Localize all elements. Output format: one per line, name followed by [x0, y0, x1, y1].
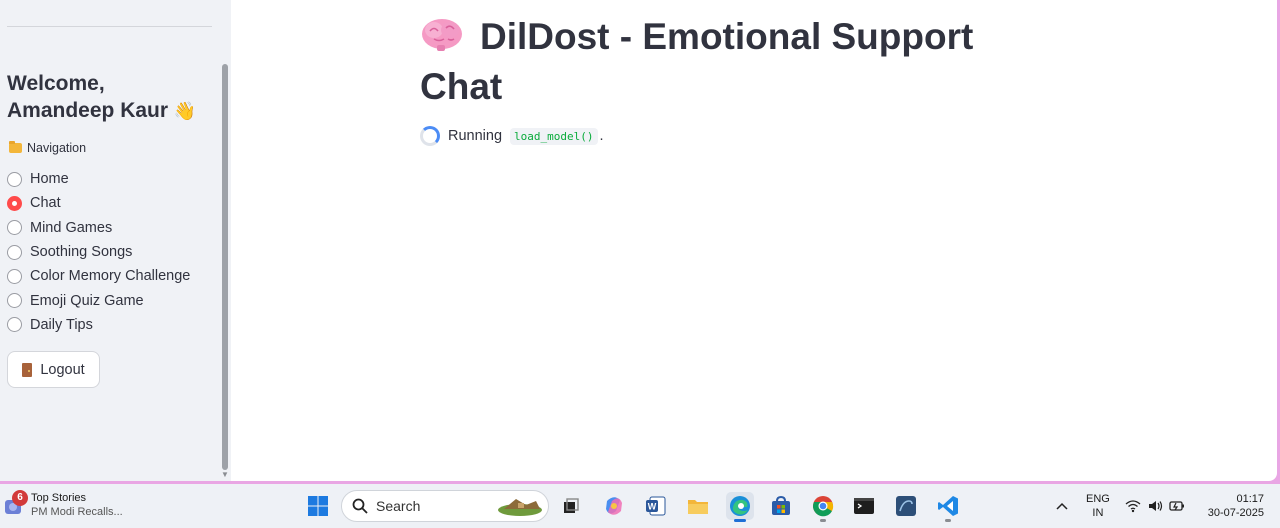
taskbar-store[interactable]: [767, 492, 795, 520]
active-indicator: [734, 519, 746, 522]
radio-button[interactable]: [7, 244, 22, 260]
nav-radio-home[interactable]: Home: [7, 167, 190, 191]
status-suffix: .: [599, 128, 604, 144]
radio-label: Soothing Songs: [30, 244, 133, 261]
status-code: load_model(): [510, 127, 598, 145]
nav-radio-color-memory[interactable]: Color Memory Challenge: [7, 264, 190, 288]
radio-label: Mind Games: [30, 219, 113, 236]
windows-icon: [308, 496, 328, 516]
clock-time: 01:17: [1236, 493, 1264, 505]
running-status: Running load_model().: [420, 126, 604, 146]
start-button[interactable]: [304, 492, 332, 520]
word-icon: W: [646, 496, 666, 516]
taskbar-copilot[interactable]: [600, 492, 628, 520]
page-title-text: DilDost - Emotional Support Chat: [420, 16, 974, 107]
nav-radio-emoji-quiz[interactable]: Emoji Quiz Game: [7, 288, 190, 312]
radio-label: Daily Tips: [30, 316, 93, 333]
taskbar-word[interactable]: W: [642, 492, 670, 520]
wave-icon: 👋: [173, 101, 197, 121]
vscode-icon: [938, 496, 958, 516]
scroll-down-arrow-icon[interactable]: ▼: [221, 470, 229, 479]
taskbar-file-explorer[interactable]: [684, 492, 712, 520]
app-window: Welcome, Amandeep Kaur 👋 Navigation Home…: [0, 0, 1277, 481]
taskbar-edge[interactable]: [726, 492, 754, 522]
speaker-icon: [1149, 501, 1163, 511]
taskbar-chrome[interactable]: [809, 492, 837, 522]
language-indicator[interactable]: ENG IN: [1086, 484, 1110, 528]
chrome-icon: [813, 496, 834, 517]
sidebar: Welcome, Amandeep Kaur 👋 Navigation Home…: [0, 0, 231, 481]
running-indicator: [820, 519, 826, 522]
nav-radio-mind-games[interactable]: Mind Games: [7, 216, 190, 240]
sidebar-scrollbar[interactable]: [222, 64, 228, 470]
radio-button[interactable]: [7, 293, 22, 309]
copilot-icon: [606, 497, 622, 515]
news-icon: 6: [3, 490, 28, 516]
sidebar-divider: [7, 26, 212, 27]
radio-button-selected[interactable]: [7, 195, 22, 211]
door-icon: [22, 362, 33, 377]
taskbar-mysql-workbench[interactable]: [892, 492, 920, 520]
task-view-icon: [564, 498, 579, 513]
svg-text:W: W: [648, 502, 657, 512]
page-title: DilDost - Emotional Support Chat: [420, 12, 1040, 112]
clock-date: 30-07-2025: [1207, 507, 1264, 519]
nav-radio-soothing-songs[interactable]: Soothing Songs: [7, 240, 190, 264]
search-label: Search: [376, 498, 421, 514]
radio-label: Home: [30, 171, 69, 188]
status-text: Running: [448, 128, 503, 144]
store-icon: [772, 495, 790, 515]
radio-button[interactable]: [7, 220, 22, 236]
radio-label: Emoji Quiz Game: [30, 292, 144, 309]
folder-icon: [9, 141, 22, 153]
language-code: ENG: [1086, 493, 1110, 505]
task-view-button[interactable]: [557, 492, 585, 520]
clock[interactable]: 01:17 30-07-2025: [1204, 484, 1264, 528]
search-highlight-icon: [498, 499, 542, 516]
welcome-heading: Welcome, Amandeep Kaur 👋: [7, 70, 217, 125]
radio-label: Color Memory Challenge: [30, 268, 191, 285]
taskbar: 6 Top Stories PM Modi Recalls... Search …: [0, 484, 1280, 528]
battery-icon: [1169, 501, 1184, 511]
navigation-radio-group: Home Chat Mind Games Soothing Songs Colo…: [7, 167, 190, 337]
logout-label: Logout: [40, 361, 85, 378]
nav-radio-daily-tips[interactable]: Daily Tips: [7, 313, 190, 337]
news-widget[interactable]: 6 Top Stories PM Modi Recalls...: [3, 490, 123, 519]
region-code: IN: [1092, 507, 1104, 519]
loading-spinner-icon: [420, 126, 440, 146]
folder-explorer-icon: [688, 500, 708, 514]
system-status-group[interactable]: [1125, 484, 1185, 528]
logout-button[interactable]: Logout: [7, 351, 100, 388]
nav-radio-chat[interactable]: Chat: [7, 191, 190, 215]
chevron-up-icon: [1056, 502, 1068, 510]
welcome-text: Welcome, Amandeep Kaur: [7, 72, 169, 122]
taskbar-vscode[interactable]: [934, 492, 962, 522]
taskbar-terminal[interactable]: [850, 492, 878, 520]
wifi-icon: [1125, 500, 1141, 513]
search-icon: [352, 498, 368, 514]
running-indicator: [945, 519, 951, 522]
taskbar-search[interactable]: Search: [341, 490, 549, 522]
radio-label: Chat: [30, 195, 61, 212]
terminal-icon: [854, 498, 874, 514]
news-subtitle: PM Modi Recalls...: [31, 506, 123, 518]
edge-icon: [730, 496, 750, 516]
radio-button[interactable]: [7, 317, 22, 333]
navigation-heading: Navigation: [9, 141, 86, 155]
news-badge: 6: [12, 490, 28, 506]
radio-button[interactable]: [7, 171, 22, 187]
radio-button[interactable]: [7, 268, 22, 284]
brain-icon: [422, 19, 462, 51]
tray-overflow-button[interactable]: [1055, 484, 1069, 528]
database-workbench-icon: [896, 496, 916, 516]
news-title: Top Stories: [31, 492, 87, 504]
navigation-label: Navigation: [27, 141, 87, 155]
